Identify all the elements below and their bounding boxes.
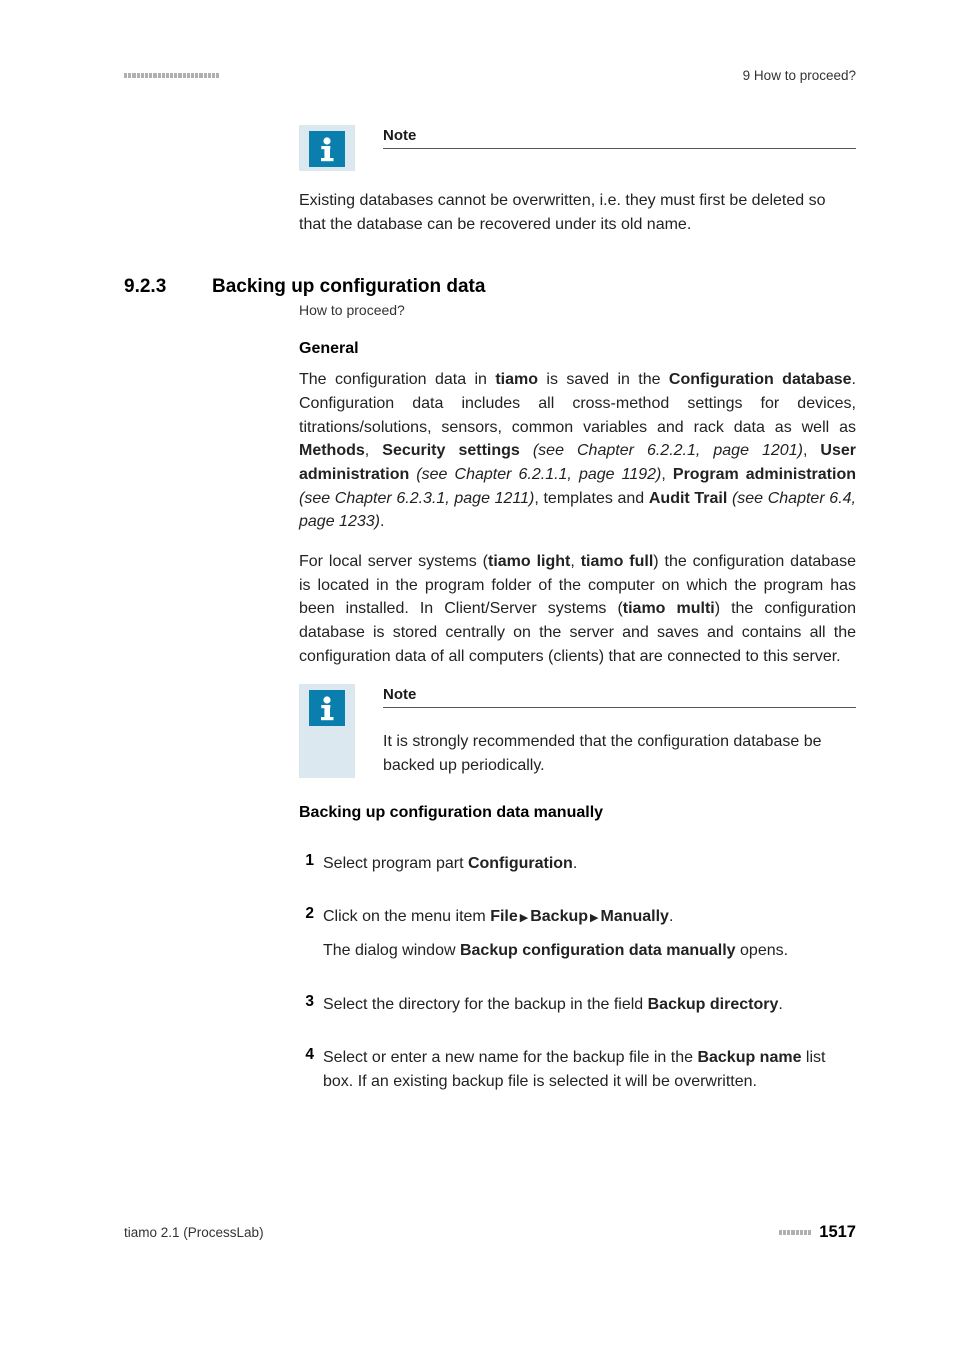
note-body-text: Existing databases cannot be overwritten… [299, 189, 856, 236]
manual-backup-heading: Backing up configuration data manually [299, 804, 856, 822]
note-title: Note [383, 127, 856, 149]
step-number: 4 [299, 1046, 323, 1093]
header-chapter-title: 9 How to proceed? [743, 68, 856, 83]
triangle-icon: ▶ [590, 910, 598, 926]
footer-product: tiamo 2.1 (ProcessLab) [124, 1225, 264, 1240]
step-number: 2 [299, 905, 323, 962]
step-1: 1 Select program part Configuration. [299, 852, 856, 876]
header-dashes-left [124, 73, 219, 79]
page-footer: tiamo 2.1 (ProcessLab) 1517 [124, 1223, 856, 1242]
step-text: Select or enter a new name for the backu… [323, 1046, 856, 1093]
footer-dashes [779, 1230, 812, 1236]
step-4: 4 Select or enter a new name for the bac… [299, 1046, 856, 1093]
section-heading: 9.2.3 Backing up configuration data [124, 276, 856, 298]
step-2: 2 Click on the menu item File▶Backup▶Man… [299, 905, 856, 962]
general-heading: General [299, 340, 856, 358]
triangle-icon: ▶ [520, 910, 528, 926]
section-number: 9.2.3 [124, 276, 212, 298]
step-3: 3 Select the directory for the backup in… [299, 993, 856, 1017]
note-callout: Note [299, 125, 856, 171]
section-subtitle: How to proceed? [299, 302, 856, 318]
note-icon-wrap [299, 125, 355, 171]
note-callout: Note It is strongly recommended that the… [299, 684, 856, 777]
step-number: 3 [299, 993, 323, 1017]
step-text: Select program part Configuration. [323, 852, 856, 876]
info-icon [309, 690, 345, 726]
info-icon [309, 131, 345, 167]
note-body-text: It is strongly recommended that the conf… [383, 730, 856, 777]
page-header: 9 How to proceed? [124, 68, 856, 83]
section-title: Backing up configuration data [212, 276, 485, 298]
step-text: Click on the menu item File▶Backup▶Manua… [323, 905, 856, 962]
note-title: Note [383, 686, 856, 708]
general-paragraph-1: The configuration data in tiamo is saved… [299, 368, 856, 534]
note-icon-wrap [299, 684, 355, 777]
general-paragraph-2: For local server systems (tiamo light, t… [299, 550, 856, 668]
footer-page-number: 1517 [819, 1223, 856, 1242]
step-text: Select the directory for the backup in t… [323, 993, 856, 1017]
step-number: 1 [299, 852, 323, 876]
